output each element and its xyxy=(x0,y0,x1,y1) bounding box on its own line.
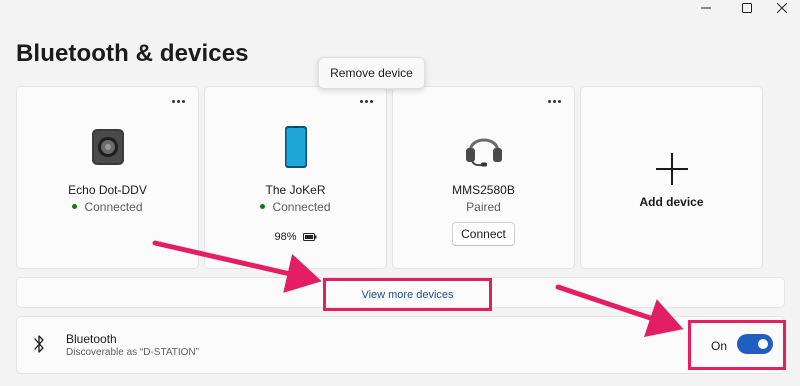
more-options-icon[interactable] xyxy=(170,97,186,105)
connect-button[interactable]: Connect xyxy=(452,222,515,246)
connected-dot-icon xyxy=(260,204,266,210)
device-card-echo-dot[interactable]: Echo Dot-DDV Connected xyxy=(16,86,199,269)
device-card-headset[interactable]: MMS2580B Paired Connect xyxy=(392,86,575,269)
add-device-label: Add device xyxy=(639,195,704,209)
phone-icon xyxy=(272,123,320,171)
plus-icon xyxy=(648,145,696,193)
speaker-icon xyxy=(84,123,132,171)
toggle-state-label: On xyxy=(711,339,728,353)
device-card-phone[interactable]: The JoKeR Connected 98% xyxy=(204,86,387,269)
more-options-icon[interactable] xyxy=(358,97,374,105)
bluetooth-subtitle: Discoverable as “D-STATION” xyxy=(66,347,199,358)
battery-icon xyxy=(302,233,317,241)
maximize-icon xyxy=(742,3,752,13)
bluetooth-row xyxy=(16,316,785,374)
device-status: Connected xyxy=(17,200,198,214)
maximize-button[interactable] xyxy=(727,0,767,16)
device-status: Paired xyxy=(466,200,501,214)
bluetooth-toggle[interactable] xyxy=(737,334,773,354)
device-name: The JoKeR xyxy=(265,183,326,197)
close-icon xyxy=(777,3,787,13)
battery-level: 98% xyxy=(205,231,386,243)
minimize-icon xyxy=(701,7,711,9)
connected-dot-icon xyxy=(72,204,78,210)
minimize-button[interactable] xyxy=(686,0,726,16)
view-more-highlight xyxy=(323,278,492,311)
more-options-icon[interactable] xyxy=(546,97,562,105)
toggle-knob xyxy=(758,339,768,349)
battery-percent: 98% xyxy=(274,231,297,243)
close-button[interactable] xyxy=(762,0,800,16)
device-name: MMS2580B xyxy=(452,183,515,197)
bluetooth-title: Bluetooth xyxy=(66,332,117,346)
device-name: Echo Dot-DDV xyxy=(68,183,147,197)
remove-device-tooltip: Remove device xyxy=(318,57,425,89)
page-title: Bluetooth & devices xyxy=(16,40,249,67)
headset-icon xyxy=(460,123,508,171)
device-status: Connected xyxy=(205,200,386,214)
add-device-card[interactable]: Add device xyxy=(580,86,763,269)
bluetooth-icon xyxy=(32,334,46,354)
